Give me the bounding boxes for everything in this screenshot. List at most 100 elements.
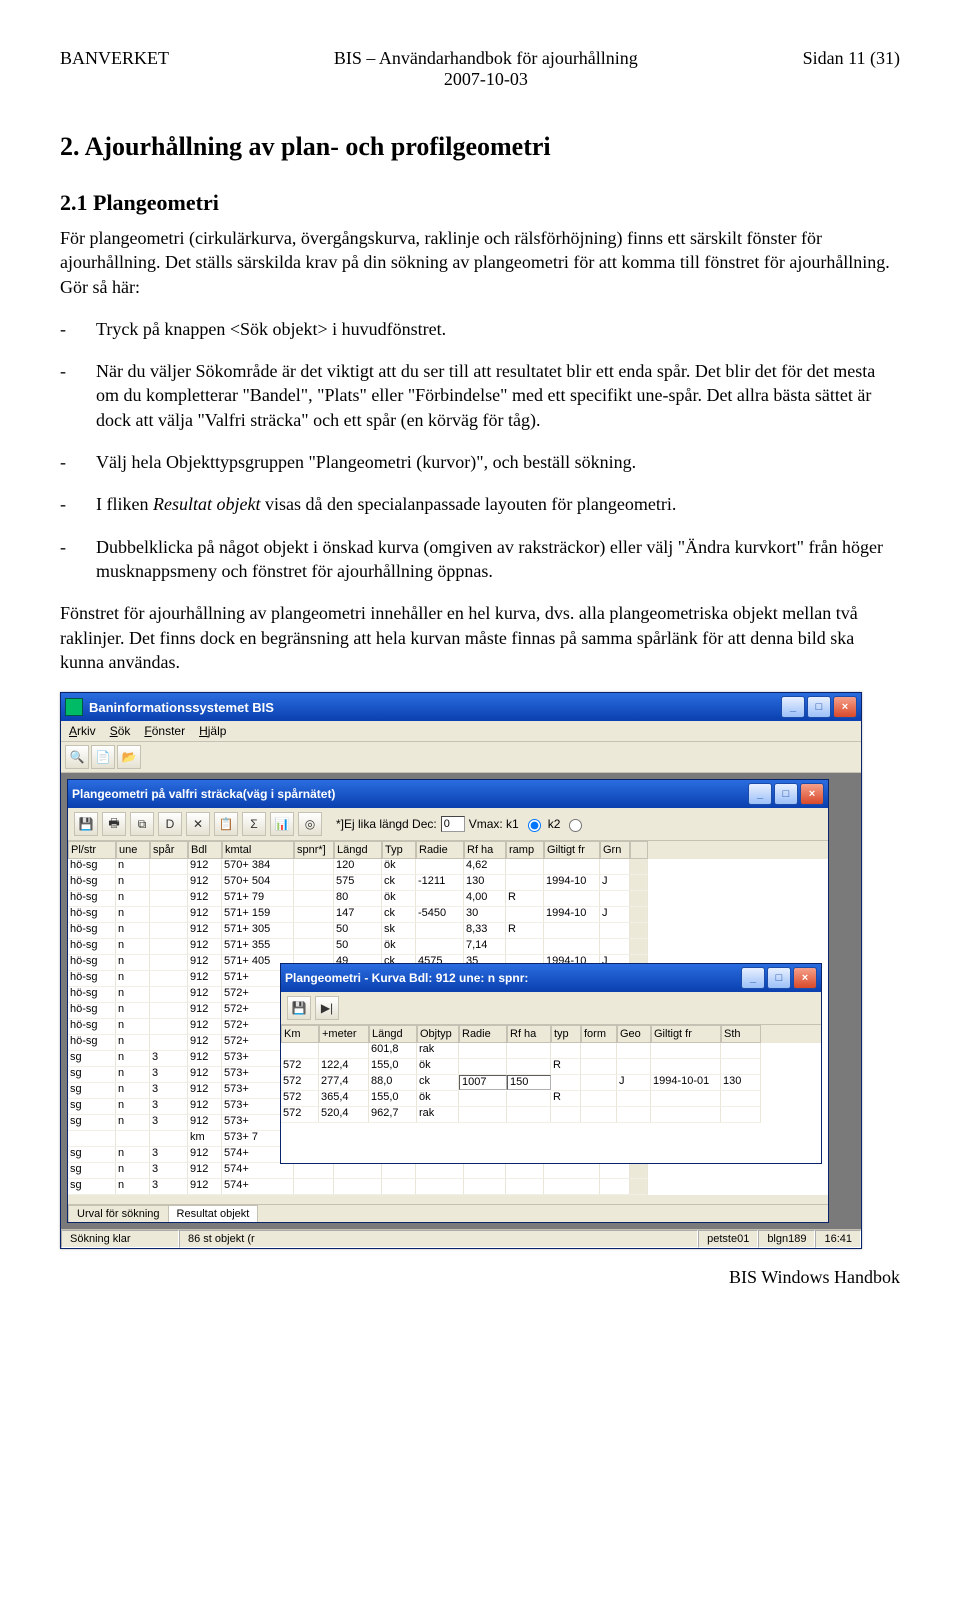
column-header[interactable]: Längd: [334, 841, 382, 859]
column-header[interactable]: Objtyp: [417, 1025, 459, 1043]
cell: [544, 939, 600, 955]
cell: n: [116, 1147, 150, 1163]
table-row[interactable]: 601,8rak: [281, 1043, 821, 1059]
column-header[interactable]: typ: [551, 1025, 581, 1043]
cell: n: [116, 891, 150, 907]
column-header[interactable]: Rf ha: [464, 841, 506, 859]
column-header[interactable]: Radie: [416, 841, 464, 859]
main-titlebar[interactable]: Baninformationssystemet BIS _ □ ×: [61, 693, 861, 721]
cell: [581, 1107, 617, 1123]
table-row[interactable]: hö-sgn912570+ 384120ök4,62: [68, 859, 828, 875]
maximize-button[interactable]: □: [767, 967, 791, 989]
cell: [506, 875, 544, 891]
tool-chart-icon[interactable]: 📊: [270, 812, 294, 836]
cell: hö-sg: [68, 1003, 116, 1019]
k1-radio[interactable]: [528, 819, 541, 832]
column-header[interactable]: Giltigt fr: [651, 1025, 721, 1043]
table-row[interactable]: hö-sgn912571+ 7980ök4,00R: [68, 891, 828, 907]
tab-urval[interactable]: Urval för sökning: [68, 1205, 169, 1222]
child1-titlebar[interactable]: Plangeometri på valfri sträcka(väg i spå…: [68, 780, 828, 808]
child2-body[interactable]: 601,8rak572122,4155,0ökR572277,488,0ck10…: [281, 1043, 821, 1123]
tool-x-icon[interactable]: ✕: [186, 812, 210, 836]
child2-header-row: Km+meterLängdObjtypRadieRf hatypformGeoG…: [281, 1025, 821, 1043]
column-header[interactable]: spnr*]: [294, 841, 334, 859]
close-button[interactable]: ×: [793, 967, 817, 989]
column-header[interactable]: Längd: [369, 1025, 417, 1043]
column-header[interactable]: Km: [281, 1025, 319, 1043]
dec-input[interactable]: [441, 816, 465, 832]
table-row[interactable]: hö-sgn912570+ 504575ck-12111301994-10J: [68, 875, 828, 891]
child2-titlebar[interactable]: Plangeometri - Kurva Bdl: 912 une: n spn…: [281, 964, 821, 992]
child2-toolbar: 💾 ▶|: [281, 992, 821, 1025]
k2-radio[interactable]: [569, 819, 582, 832]
menu-fonster[interactable]: Fönster: [144, 724, 185, 738]
save-icon[interactable]: 💾: [287, 996, 311, 1020]
column-header[interactable]: Sth: [721, 1025, 761, 1043]
bullet-2: - När du väljer Sökområde är det viktigt…: [60, 359, 900, 432]
column-header[interactable]: Pl/str: [68, 841, 116, 859]
close-button[interactable]: ×: [833, 696, 857, 718]
tool-save-icon[interactable]: 💾: [74, 812, 98, 836]
column-header[interactable]: Bdl: [188, 841, 222, 859]
table-row[interactable]: 572365,4155,0ökR: [281, 1091, 821, 1107]
cell[interactable]: 150: [507, 1075, 551, 1090]
minimize-button[interactable]: _: [748, 783, 772, 805]
tool-target-icon[interactable]: ◎: [298, 812, 322, 836]
column-header[interactable]: Typ: [382, 841, 416, 859]
column-header[interactable]: ramp: [506, 841, 544, 859]
table-row[interactable]: 572277,488,0ck1007150J1994-10-01130: [281, 1075, 821, 1091]
tool-paste-icon[interactable]: 📋: [214, 812, 238, 836]
bullet-text: I fliken Resultat objekt visas då den sp…: [96, 492, 900, 516]
column-header[interactable]: kmtal: [222, 841, 294, 859]
cell: [150, 1131, 188, 1147]
table-row[interactable]: hö-sgn912571+ 35550ök7,14: [68, 939, 828, 955]
menu-hjalp[interactable]: Hjälp: [199, 724, 226, 738]
table-row[interactable]: 572520,4962,7rak: [281, 1107, 821, 1123]
minimize-button[interactable]: _: [781, 696, 805, 718]
table-row[interactable]: hö-sgn912571+ 30550sk8,33R: [68, 923, 828, 939]
column-header[interactable]: Grn: [600, 841, 630, 859]
cell: 912: [188, 923, 222, 939]
column-header[interactable]: une: [116, 841, 150, 859]
tool-copy-icon[interactable]: ⧉: [130, 812, 154, 836]
cell: [294, 907, 334, 923]
cell: 8,33: [464, 923, 506, 939]
menu-arkiv[interactable]: Arkiv: [69, 724, 96, 738]
column-header[interactable]: Rf ha: [507, 1025, 551, 1043]
toolbar-button[interactable]: 📄: [91, 745, 115, 769]
column-header[interactable]: Geo: [617, 1025, 651, 1043]
cell[interactable]: 1007: [459, 1075, 507, 1090]
tool-print-icon[interactable]: 🖶: [102, 812, 126, 836]
toolbar-button[interactable]: 🔍: [65, 745, 89, 769]
cell: [581, 1075, 617, 1091]
tool-sum-icon[interactable]: Σ: [242, 812, 266, 836]
column-header[interactable]: [630, 841, 648, 859]
column-header[interactable]: form: [581, 1025, 617, 1043]
bullet-1: - Tryck på knappen <Sök objekt> i huvudf…: [60, 317, 900, 341]
close-button[interactable]: ×: [800, 783, 824, 805]
tool-doc-icon[interactable]: D: [158, 812, 182, 836]
minimize-button[interactable]: _: [741, 967, 765, 989]
menu-sok[interactable]: Sök: [110, 724, 131, 738]
cell: 1994-10: [544, 875, 600, 891]
exit-icon[interactable]: ▶|: [315, 996, 339, 1020]
cell: 912: [188, 1163, 222, 1179]
cell: hö-sg: [68, 907, 116, 923]
table-row[interactable]: 572122,4155,0ökR: [281, 1059, 821, 1075]
column-header[interactable]: Giltigt fr: [544, 841, 600, 859]
mdi-client-area: Plangeometri på valfri sträcka(väg i spå…: [61, 773, 861, 1229]
cell: [507, 1107, 551, 1123]
tab-resultat[interactable]: Resultat objekt: [168, 1205, 259, 1222]
bullet-dash: -: [60, 359, 96, 432]
maximize-button[interactable]: □: [774, 783, 798, 805]
cell: [544, 1163, 600, 1179]
maximize-button[interactable]: □: [807, 696, 831, 718]
column-header[interactable]: Radie: [459, 1025, 507, 1043]
cell: [630, 907, 648, 923]
table-row[interactable]: hö-sgn912571+ 159147ck-5450301994-10J: [68, 907, 828, 923]
cell: 50: [334, 923, 382, 939]
column-header[interactable]: spår: [150, 841, 188, 859]
column-header[interactable]: +meter: [319, 1025, 369, 1043]
toolbar-button[interactable]: 📂: [117, 745, 141, 769]
cell: n: [116, 1115, 150, 1131]
